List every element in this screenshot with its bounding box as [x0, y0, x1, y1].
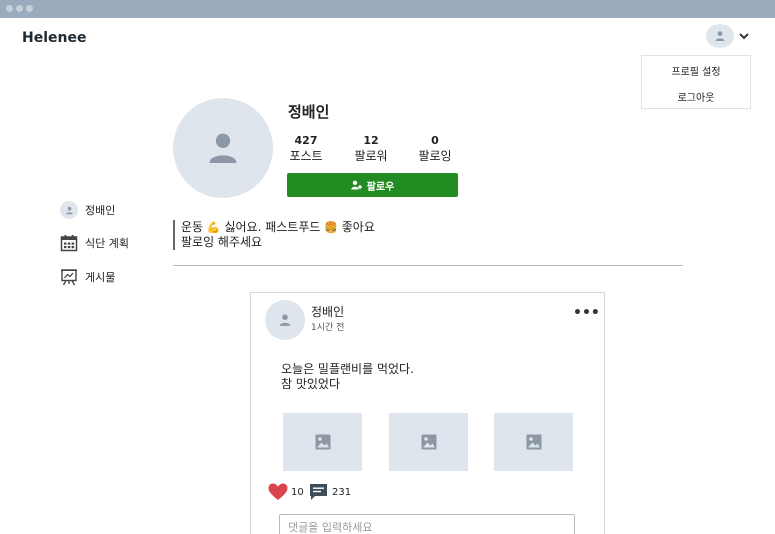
- window-dot-icon[interactable]: [26, 5, 33, 12]
- stat-label: 포스트: [289, 149, 323, 163]
- board-icon: [61, 269, 77, 286]
- sidebar-item-label: 식단 계획: [85, 237, 129, 250]
- add-user-icon: [350, 180, 362, 190]
- flexed-biceps-icon: 💪: [206, 221, 221, 234]
- bio-text: 싫어요. 패스트푸드: [224, 220, 321, 234]
- post-image[interactable]: [283, 413, 362, 471]
- post-author-name[interactable]: 정배인: [311, 303, 344, 320]
- user-icon: [715, 31, 725, 41]
- menu-item-logout[interactable]: 로그아웃: [642, 89, 750, 104]
- image-icon: [315, 434, 330, 450]
- profile-bio: 운동 💪 싫어요. 패스트푸드 🍔 좋아요 팔로잉 해주세요: [173, 220, 375, 250]
- window-dot-icon[interactable]: [16, 5, 23, 12]
- sidebar-item-label: 게시물: [85, 271, 116, 284]
- profile-avatar: [173, 98, 273, 198]
- heart-icon: [268, 483, 288, 500]
- sidebar-item-profile[interactable]: 정배인: [60, 201, 115, 219]
- follow-button[interactable]: 팔로우: [287, 173, 458, 197]
- avatar-icon: [60, 201, 78, 219]
- user-icon: [209, 133, 237, 163]
- post-content: 오늘은 밀플랜비를 먹었다. 참 맛있었다: [281, 362, 414, 391]
- post-card: 정배인 1시간 전 ••• 오늘은 밀플랜비를 먹었다. 참 맛있었다 10 2…: [250, 292, 605, 534]
- more-options-icon[interactable]: •••: [573, 305, 600, 321]
- window-dot-icon[interactable]: [6, 5, 13, 12]
- user-avatar-button[interactable]: [706, 24, 734, 48]
- sidebar-item-label: 정배인: [85, 204, 116, 217]
- stat-posts[interactable]: 427 포스트: [278, 134, 334, 164]
- bio-text: 좋아요: [341, 220, 375, 234]
- post-author-avatar[interactable]: [265, 300, 305, 340]
- stat-value: 0: [431, 134, 439, 147]
- user-menu-dropdown: 프로필 설정 로그아웃: [641, 55, 751, 109]
- image-icon: [421, 434, 436, 450]
- post-timestamp: 1시간 전: [311, 323, 345, 333]
- like-button[interactable]: 10: [268, 483, 304, 501]
- stat-value: 427: [294, 134, 318, 147]
- stat-following[interactable]: 0 팔로잉: [407, 134, 463, 164]
- sidebar-item-posts[interactable]: 게시물: [60, 268, 115, 286]
- user-icon: [279, 314, 291, 326]
- profile-name: 정배인: [288, 103, 330, 121]
- post-image[interactable]: [494, 413, 573, 471]
- follow-button-label: 팔로우: [366, 181, 395, 193]
- stat-label: 팔로잉: [418, 149, 452, 163]
- post-image[interactable]: [389, 413, 468, 471]
- bio-text: 운동: [181, 220, 204, 234]
- comment-count: 231: [332, 486, 352, 498]
- stat-label: 팔로워: [354, 149, 388, 163]
- image-icon: [526, 434, 541, 450]
- comment-icon: [310, 484, 327, 500]
- chevron-down-icon[interactable]: [738, 30, 750, 42]
- window-titlebar: [0, 0, 775, 18]
- comment-input[interactable]: [279, 514, 575, 534]
- comment-button[interactable]: 231: [309, 483, 351, 501]
- stat-value: 12: [363, 134, 379, 147]
- bio-line-1: 운동 💪 싫어요. 패스트푸드 🍔 좋아요: [181, 220, 375, 235]
- bio-line-2: 팔로잉 해주세요: [181, 235, 263, 249]
- hamburger-icon: 🍔: [324, 221, 338, 234]
- menu-item-profile-settings[interactable]: 프로필 설정: [642, 63, 750, 78]
- like-count: 10: [291, 486, 304, 498]
- calendar-icon: [60, 235, 78, 252]
- stat-followers[interactable]: 12 팔로워: [343, 134, 399, 164]
- section-divider: [173, 265, 683, 266]
- sidebar-item-meal-plan[interactable]: 식단 계획: [60, 234, 129, 252]
- brand-logo[interactable]: Helenee: [22, 30, 86, 46]
